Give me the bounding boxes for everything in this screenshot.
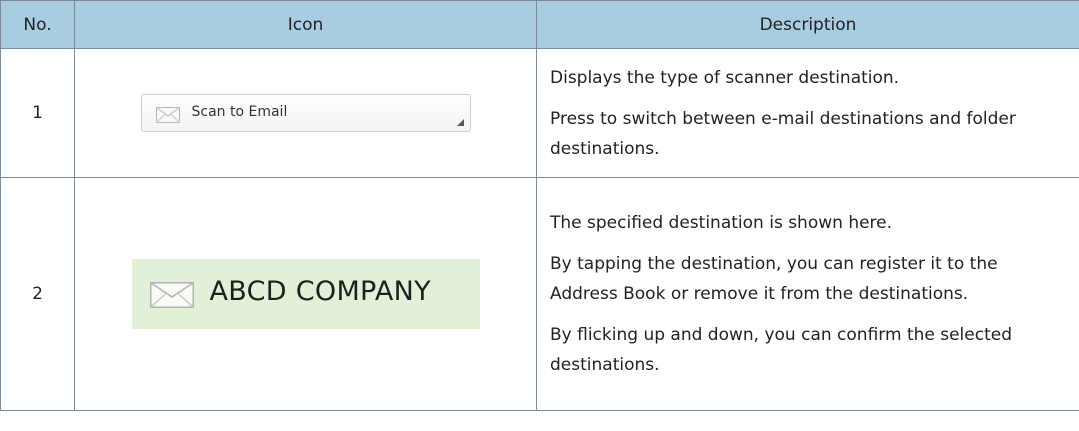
scan-to-email-dropdown[interactable]: Scan to Email — [140, 94, 471, 132]
row-number: 2 — [0, 177, 75, 411]
description-table: No. Icon Description 1 Scan to Email Dis… — [0, 0, 1079, 411]
table-row: 1 Scan to Email Displays the type of sca… — [0, 48, 1079, 178]
header-row: No. Icon Description — [0, 0, 1079, 49]
description-line: By flicking up and down, you can confirm… — [550, 325, 1013, 375]
description-line: Press to switch between e-mail destinati… — [550, 108, 1016, 159]
table-row: 2 ABCD COMPANY The specified destination… — [0, 177, 1079, 411]
description-cell: Displays the type of scanner destination… — [536, 48, 1079, 178]
icon-cell: ABCD COMPANY — [74, 177, 537, 411]
description-line: The specified destination is shown here. — [550, 213, 893, 233]
icon-cell: Scan to Email — [74, 48, 537, 178]
description-cell: The specified destination is shown here.… — [536, 177, 1079, 411]
header-no: No. — [0, 0, 75, 49]
description-line: Displays the type of scanner destination… — [550, 67, 900, 88]
row-number: 1 — [0, 48, 75, 178]
destination-label: ABCD COMPANY — [209, 276, 431, 307]
header-description: Description — [536, 0, 1079, 49]
description-line: By tapping the destination, you can regi… — [550, 254, 998, 304]
dropdown-corner-indicator-icon — [456, 119, 464, 126]
destination-chip[interactable]: ABCD COMPANY — [131, 259, 480, 329]
envelope-icon — [155, 107, 180, 123]
header-icon: Icon — [74, 0, 537, 49]
envelope-icon — [149, 282, 194, 308]
dropdown-label: Scan to Email — [191, 104, 288, 120]
